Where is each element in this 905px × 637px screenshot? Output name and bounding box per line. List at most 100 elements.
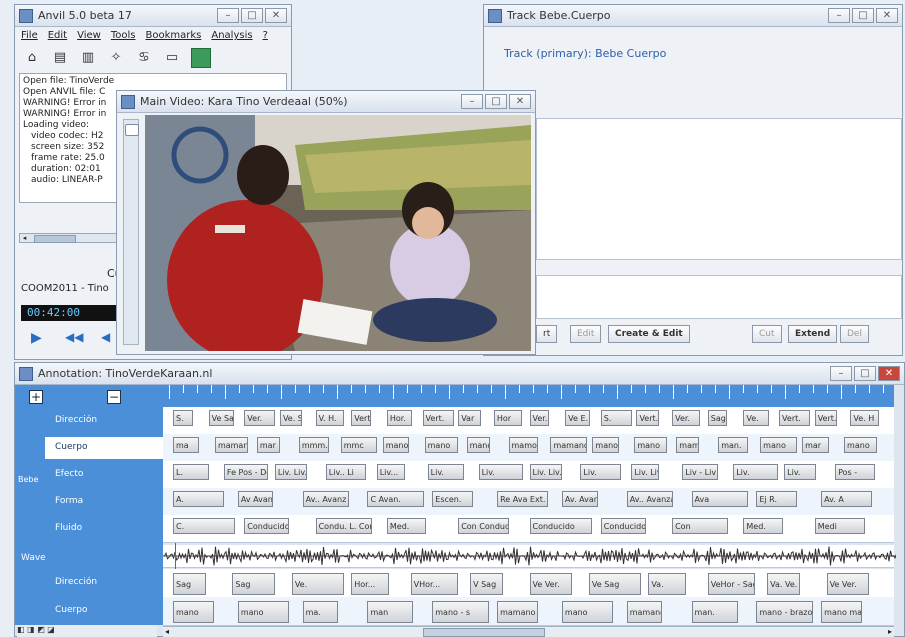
upper-track-label[interactable]: Fluido: [55, 523, 82, 533]
annotation-element[interactable]: mano: [844, 437, 878, 453]
new-document-icon[interactable]: ▥: [79, 48, 97, 66]
annotation-element[interactable]: mano: [592, 437, 619, 453]
menu-view[interactable]: View: [77, 30, 101, 41]
compass-icon[interactable]: ✧: [107, 48, 125, 66]
time-ruler[interactable]: [163, 385, 894, 407]
menu-analysis[interactable]: Analysis: [211, 30, 252, 41]
annotation-element[interactable]: Con: [672, 518, 729, 534]
create-edit-button[interactable]: Create & Edit: [608, 325, 690, 343]
annotation-element[interactable]: Ve Sag: [588, 573, 641, 595]
annotation-element[interactable]: Av. Avanz Ret.: [561, 491, 598, 507]
annotation-element[interactable]: Va. Ve.: [767, 573, 800, 595]
minimize-button[interactable]: –: [830, 366, 852, 381]
annotation-element[interactable]: Hor: [493, 410, 522, 426]
annotation-element[interactable]: ma.: [302, 601, 339, 623]
annotation-element[interactable]: mano: [237, 601, 290, 623]
annotation-element[interactable]: Ej R.: [756, 491, 798, 507]
maximize-button[interactable]: □: [485, 94, 507, 109]
annotation-element[interactable]: Ve E.: [565, 410, 591, 426]
close-button[interactable]: ✕: [876, 8, 898, 23]
edit-button[interactable]: Edit: [570, 325, 602, 343]
annotation-element[interactable]: mmc: [340, 437, 378, 453]
annotation-element[interactable]: Liv.: [733, 464, 778, 480]
menu-file[interactable]: File: [21, 30, 38, 41]
upper-track-lane[interactable]: S.Ve SagVer.Ve. Se. H.V. H.Vert.Hor.Vert…: [163, 407, 894, 435]
annotation-element[interactable]: mamano: [214, 437, 249, 453]
annotation-element[interactable]: mmm.: [298, 437, 329, 453]
annotation-element[interactable]: Ava: [691, 491, 748, 507]
minimize-button[interactable]: –: [217, 8, 239, 23]
annotation-titlebar[interactable]: Annotation: TinoVerdeKaraan.nl – □ ✕: [15, 363, 904, 385]
annotation-element[interactable]: Vert.: [636, 410, 659, 426]
annotation-element[interactable]: mamano: [550, 437, 587, 453]
annotation-element[interactable]: Av.. Avanz Fe: [302, 491, 349, 507]
annotation-element[interactable]: man.: [718, 437, 748, 453]
volume-slider-thumb[interactable]: [125, 124, 139, 136]
annotation-element[interactable]: Liv.: [478, 464, 523, 480]
annotation-element[interactable]: Hor.: [386, 410, 413, 426]
annotation-element[interactable]: Liv.. Li: [325, 464, 366, 480]
annotation-element[interactable]: Escen.: [432, 491, 474, 507]
annotation-element[interactable]: Pos -: [835, 464, 876, 480]
annotation-element[interactable]: Av.. Avanzar Re: [626, 491, 673, 507]
annotation-element[interactable]: mano: [760, 437, 797, 453]
maximize-button[interactable]: □: [852, 8, 874, 23]
annotation-element[interactable]: man.: [691, 601, 738, 623]
lower-track-lane[interactable]: mano mano ma. man mano - s mamano mano mamano ma…: [163, 597, 894, 626]
annotation-element[interactable]: Av Avanz Fel: [237, 491, 274, 507]
annotation-element[interactable]: Medi: [814, 518, 866, 534]
new-button[interactable]: rt: [536, 325, 558, 343]
annotation-element[interactable]: mar: [256, 437, 280, 453]
annotation-element[interactable]: V Sag: [470, 573, 503, 595]
step-back-button[interactable]: ◀: [101, 330, 110, 344]
annotation-element[interactable]: Va.: [648, 573, 686, 595]
maximize-button[interactable]: □: [854, 366, 876, 381]
scroll-thumb[interactable]: [34, 235, 76, 243]
annotation-element[interactable]: Liv.: [427, 464, 464, 480]
annotation-element[interactable]: mano - brazo: [756, 601, 813, 623]
upper-track-lane[interactable]: C. Conducido Condu. L. Conducido Med. Con Co…: [163, 515, 894, 543]
annotation-element[interactable]: Liv - Liv - Di.: [682, 464, 719, 480]
annotation-element[interactable]: VeHor - Sag: [707, 573, 755, 595]
annotation-element[interactable]: Sag: [707, 410, 728, 426]
upper-track-lane[interactable]: mamamanomarmmm.mmcmanomanomanomamomamano…: [163, 434, 894, 462]
annotation-element[interactable]: C.: [173, 518, 236, 534]
annotation-element[interactable]: Liv. Liv.: [529, 464, 562, 480]
annotation-element[interactable]: Ve. Se. H.: [279, 410, 303, 426]
annotation-element[interactable]: Vert.: [351, 410, 371, 426]
monitor-icon[interactable]: ▭: [163, 48, 181, 66]
close-button[interactable]: ✕: [509, 94, 531, 109]
annotation-element[interactable]: Ve Ver.: [826, 573, 869, 595]
menu-bookmarks[interactable]: Bookmarks: [145, 30, 201, 41]
annotation-element[interactable]: Fe Pos - Des: [223, 464, 269, 480]
annotation-element[interactable]: VHor...: [410, 573, 458, 595]
expand-all-button[interactable]: +: [29, 390, 43, 404]
annotation-element[interactable]: Liv. Liv. Liv.: [631, 464, 660, 480]
upper-track-label[interactable]: Forma: [55, 496, 83, 506]
annotation-element[interactable]: Liv.: [784, 464, 817, 480]
annotation-element[interactable]: Conducido: [244, 518, 290, 534]
delete-button[interactable]: Del: [840, 325, 869, 343]
annotation-element[interactable]: mar: [802, 437, 829, 453]
annotation-element[interactable]: Med.: [743, 518, 783, 534]
upper-track-lane[interactable]: A. Av Avanz Fel Av.. Avanz Fe C Avan. Escen.…: [163, 488, 894, 516]
annotation-element[interactable]: S.: [173, 410, 193, 426]
scroll-left-arrow[interactable]: ◂: [20, 234, 29, 242]
annotation-element[interactable]: Liv.: [580, 464, 621, 480]
annotation-element[interactable]: Ve Sag: [208, 410, 234, 426]
close-button[interactable]: ✕: [878, 366, 900, 381]
menu-tools[interactable]: Tools: [111, 30, 136, 41]
annotation-element[interactable]: mano: [561, 601, 614, 623]
lower-track-label[interactable]: Cuerpo: [55, 605, 87, 615]
close-button[interactable]: ✕: [265, 8, 287, 23]
annotation-element[interactable]: Hor...: [351, 573, 389, 595]
annotation-element[interactable]: Conducido: [529, 518, 592, 534]
green-panel-icon[interactable]: [191, 48, 211, 68]
annotation-element[interactable]: Conducido: [600, 518, 646, 534]
annotation-element[interactable]: mamano: [497, 601, 538, 623]
minimize-button[interactable]: –: [461, 94, 483, 109]
annotation-element[interactable]: Ve Ver.: [529, 573, 572, 595]
minimize-button[interactable]: –: [828, 8, 850, 23]
annotation-element[interactable]: Ver.: [244, 410, 276, 426]
maximize-button[interactable]: □: [241, 8, 263, 23]
